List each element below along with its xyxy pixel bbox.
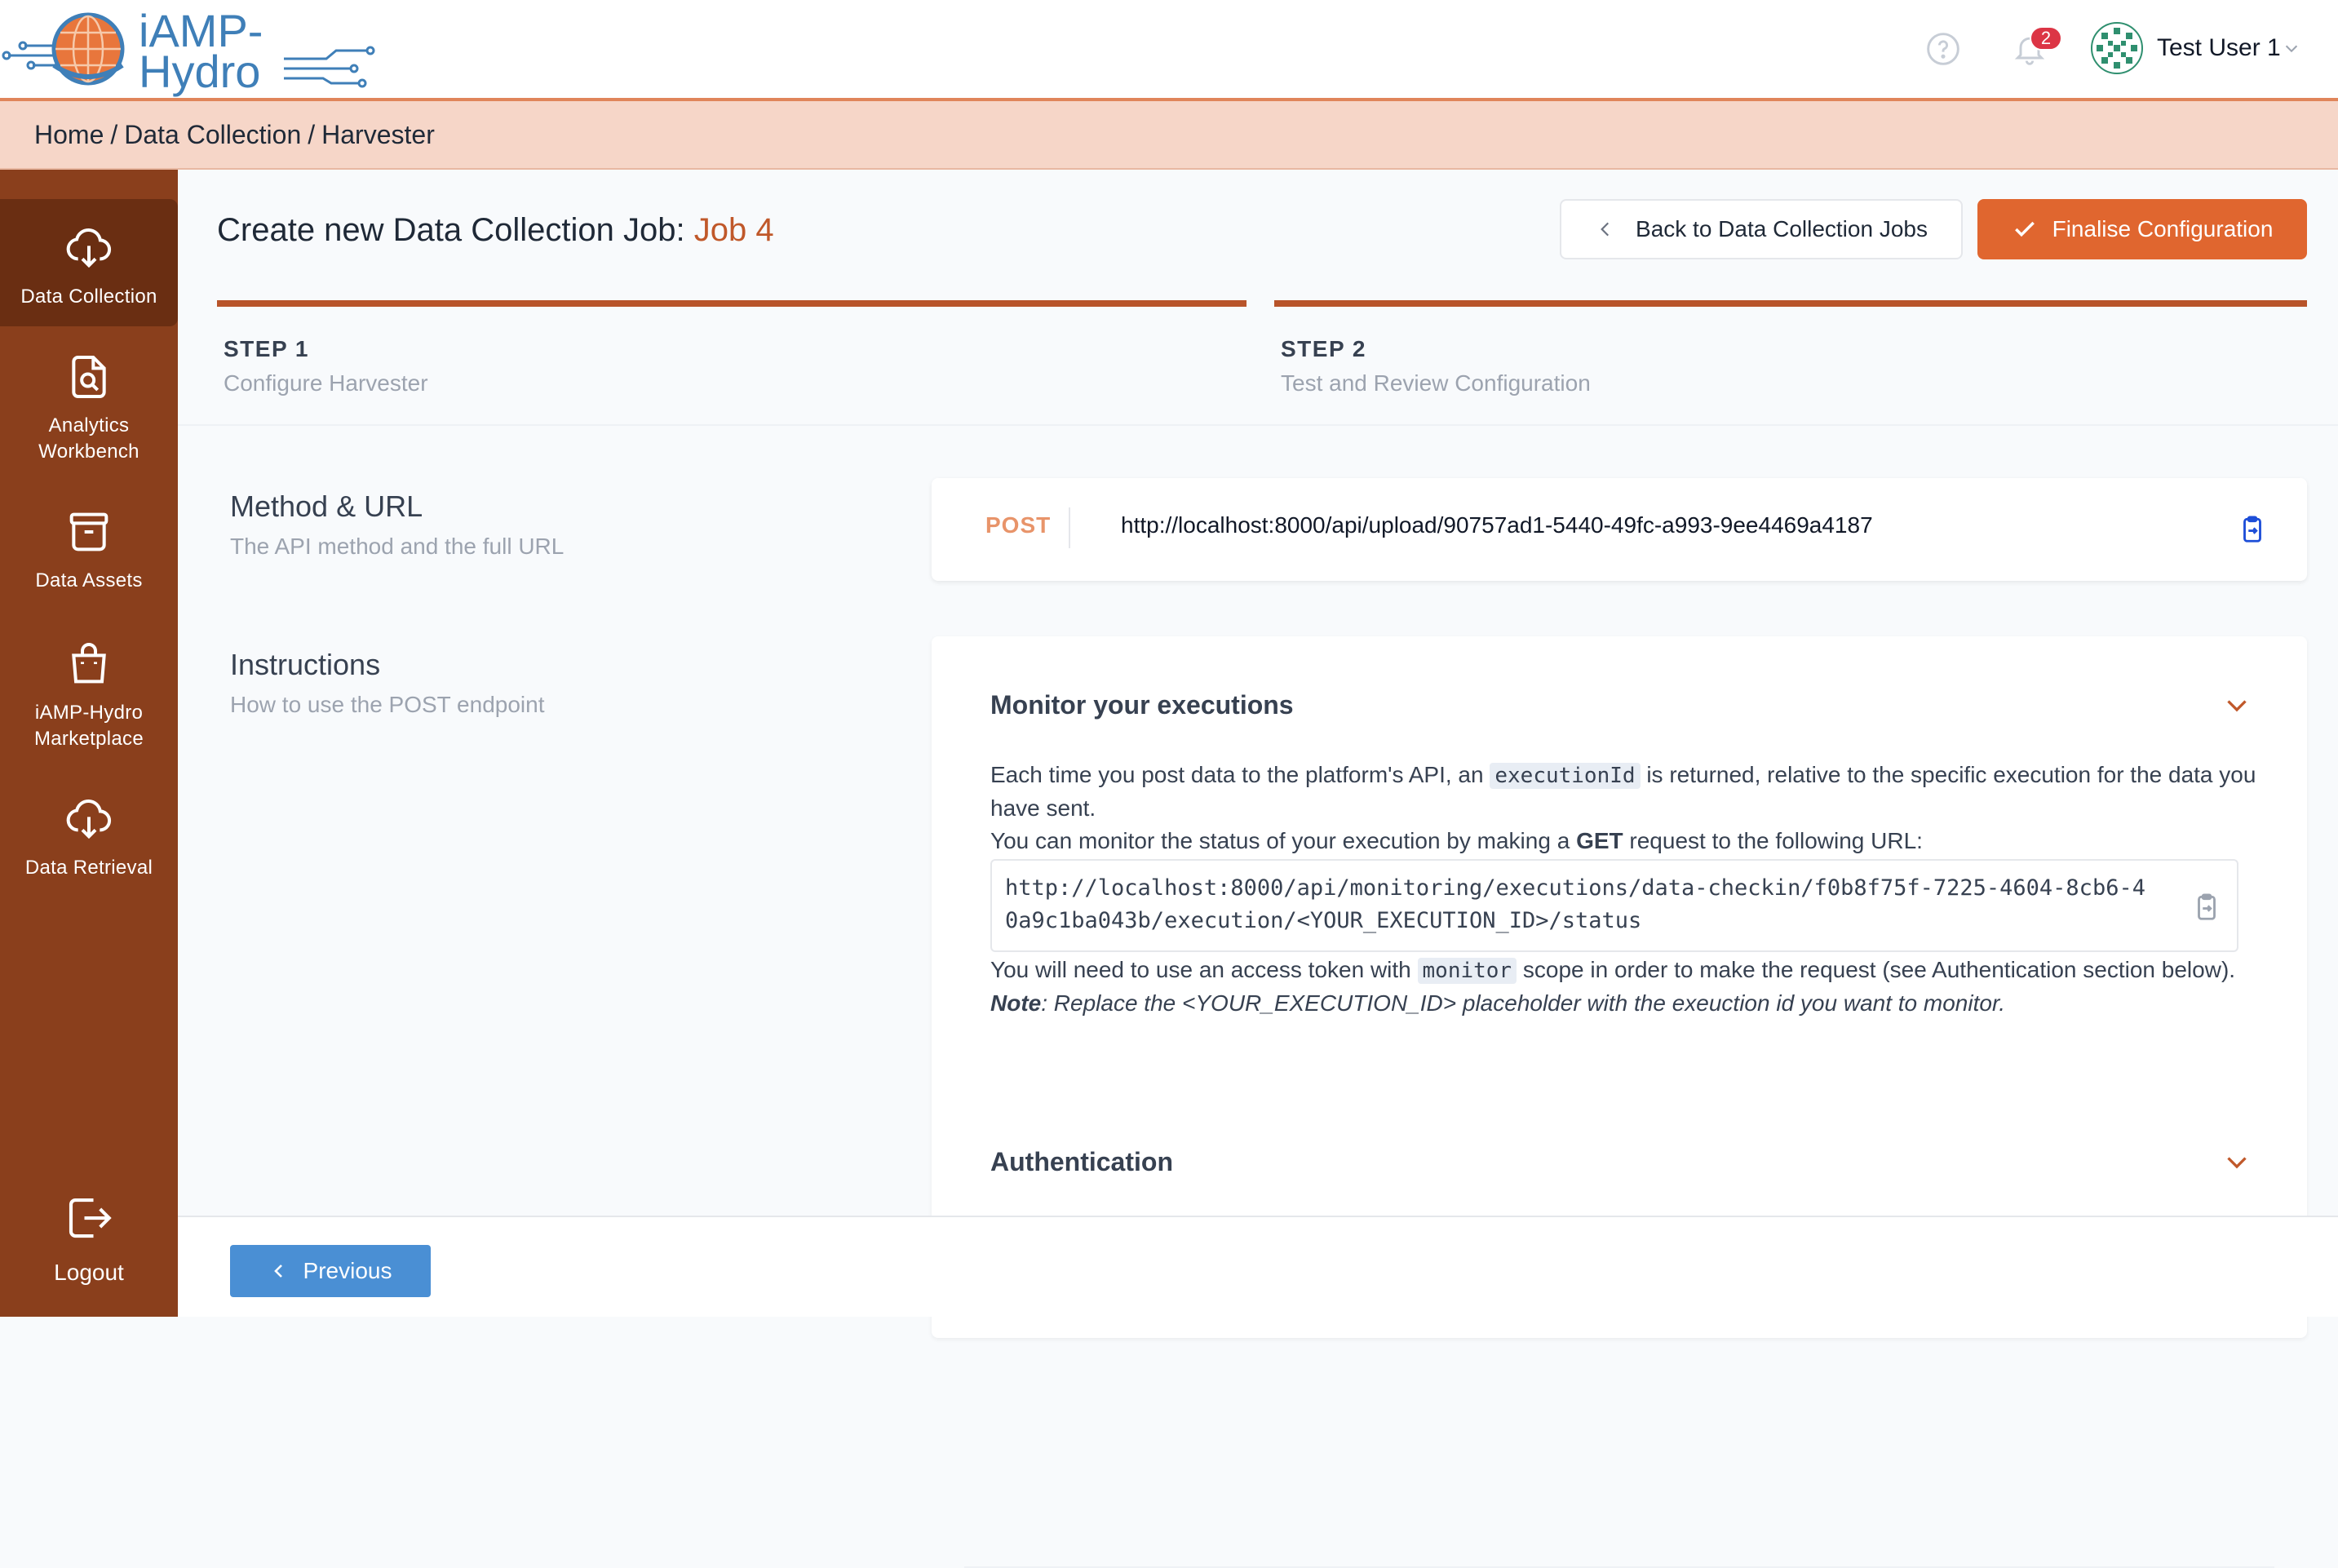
logout-button[interactable]: Logout [0,1191,178,1286]
monitor-url: http://localhost:8000/api/monitoring/exe… [1005,875,2145,933]
logout-icon [69,1198,112,1238]
section-divider [178,424,2338,426]
app-logo[interactable]: iAMP- Hydro [0,5,392,96]
breadcrumb-harvester: Harvester [321,119,435,149]
sidebar-label: iAMP-Hydro [34,702,144,724]
step-2[interactable]: STEP 2 Test and Review Configuration [1274,300,2307,396]
sidebar-label: Data Assets [35,569,143,591]
cloud-download-icon [66,800,112,839]
chevron-left-icon [1601,222,1610,237]
note-label: Note [990,990,1042,1016]
page-title-prefix: Create new Data Collection Job: [217,212,685,248]
endpoint-url[interactable]: http://localhost:8000/api/upload/90757ad… [1121,512,1873,538]
step-description: Test and Review Configuration [1281,370,1591,396]
sidebar-label: Workbench [38,441,139,463]
main-content: Create new Data Collection Job: Job 4 Ba… [178,171,2338,1568]
back-to-jobs-button[interactable]: Back to Data Collection Jobs [1560,199,1963,259]
monitor-paragraph-3: You will need to use an access token wit… [990,954,2263,987]
sidebar-item-data-assets[interactable]: Data Assets [0,506,178,612]
sidebar-item-marketplace[interactable]: iAMP-Hydro Marketplace [0,638,178,768]
note-text: : Replace the <YOUR_EXECUTION_ID> placeh… [1041,990,2006,1016]
text: scope in order to make the request (see … [1522,957,2236,982]
instructions-subtitle: How to use the POST endpoint [230,692,545,717]
chevron-down-icon[interactable] [2222,690,2252,720]
sidebar-item-data-retrieval[interactable]: Data Retrieval [0,793,178,899]
step-number: STEP 1 [224,336,309,361]
authentication-accordion-title[interactable]: Authentication [990,1147,1173,1177]
page-title: Create new Data Collection Job: Job 4 [217,212,774,249]
breadcrumb-data-collection[interactable]: Data Collection [124,120,301,150]
monitor-paragraph-2: You can monitor the status of your execu… [990,825,2263,857]
footer-bar: Previous [178,1216,2338,1317]
method-url-subtitle: The API method and the full URL [230,534,565,559]
sidebar-item-analytics-workbench[interactable]: Analytics Workbench [0,351,178,481]
breadcrumb: Home / Data Collection / Harvester [0,101,2338,170]
top-bar: iAMP- Hydro 2 Test User 1 [0,0,2338,101]
finalise-button-label: Finalise Configuration [2052,216,2274,241]
breadcrumb-separator: / [308,119,316,149]
monitor-paragraph-1: Each time you post data to the platform'… [990,759,2263,825]
get-method-text: GET [1576,828,1623,853]
monitor-scope-code: monitor [1417,958,1517,984]
method-url-title: Method & URL [230,489,423,523]
monitor-url-code-block[interactable]: http://localhost:8000/api/monitoring/exe… [990,859,2238,952]
sidebar-label: Data Collection [20,286,157,308]
avatar[interactable] [2090,21,2144,75]
text: Each time you post data to the platform'… [990,762,1484,787]
clipboard-copy-icon[interactable] [2191,892,2222,923]
sidebar-label: Analytics [48,414,130,436]
back-button-label: Back to Data Collection Jobs [1636,216,1928,241]
cloud-download-icon [66,228,112,268]
brand-line-2: Hydro [139,46,261,97]
clipboard-copy-icon[interactable] [2237,514,2268,545]
file-search-icon [72,356,106,398]
monitor-note: Note: Replace the <YOUR_EXECUTION_ID> pl… [990,987,2263,1020]
sidebar: Data Collection Analytics Workbench Data… [0,170,178,1317]
check-icon [2014,221,2035,237]
breadcrumb-home[interactable]: Home [34,120,104,150]
method-url-card: POST http://localhost:8000/api/upload/90… [932,478,2307,581]
text: You will need to use an access token wit… [990,957,1411,982]
sidebar-label: Data Retrieval [24,857,153,879]
step-1[interactable]: STEP 1 Configure Harvester [217,300,1246,396]
help-circle-icon[interactable] [1925,31,1961,67]
text: request to the following URL: [1629,828,1923,853]
sidebar-item-data-collection[interactable]: Data Collection [0,199,178,326]
chevron-down-icon[interactable] [2283,39,2300,57]
logout-label: Logout [54,1260,124,1285]
previous-button-label: Previous [303,1258,392,1283]
shopping-bag-icon [72,643,106,684]
text: You can monitor the status of your execu… [990,828,1570,853]
http-method-badge: POST [985,512,1052,538]
chevron-left-icon [273,1265,282,1278]
user-name[interactable]: Test User 1 [2157,34,2281,62]
method-separator [1069,507,1070,548]
chevron-down-icon[interactable] [2222,1147,2252,1176]
monitor-accordion-body: Each time you post data to the platform'… [990,759,2263,1020]
monitor-accordion-header[interactable]: Monitor your executions [990,690,1294,720]
job-name: Job 4 [693,212,774,248]
execution-id-code: executionId [1490,763,1641,789]
finalise-configuration-button[interactable]: Finalise Configuration [1977,199,2307,259]
sidebar-label: Marketplace [33,728,144,750]
instructions-title: Instructions [230,648,381,681]
step-number: STEP 2 [1281,336,1366,361]
notification-badge: 2 [2030,26,2062,51]
previous-button[interactable]: Previous [230,1245,431,1297]
archive-icon [69,512,108,551]
breadcrumb-separator: / [110,119,118,149]
step-description: Configure Harvester [224,370,428,396]
